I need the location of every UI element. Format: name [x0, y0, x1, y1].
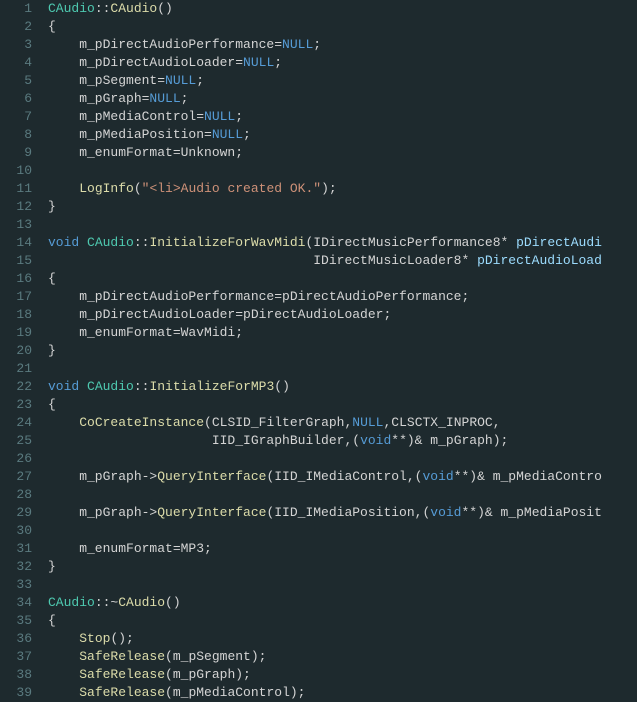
- code-line[interactable]: CAudio::~CAudio(): [48, 594, 602, 612]
- line-number: 9: [4, 144, 32, 162]
- line-number: 22: [4, 378, 32, 396]
- line-number: 21: [4, 360, 32, 378]
- code-line[interactable]: CAudio::CAudio(): [48, 0, 602, 18]
- line-number: 15: [4, 252, 32, 270]
- line-number: 38: [4, 666, 32, 684]
- code-line[interactable]: SafeRelease(m_pGraph);: [48, 666, 602, 684]
- code-line[interactable]: m_enumFormat=MP3;: [48, 540, 602, 558]
- code-line[interactable]: [48, 162, 602, 180]
- line-number: 4: [4, 54, 32, 72]
- code-line[interactable]: {: [48, 270, 602, 288]
- code-line[interactable]: m_pGraph->QueryInterface(IID_IMediaContr…: [48, 468, 602, 486]
- line-number: 5: [4, 72, 32, 90]
- code-line[interactable]: {: [48, 612, 602, 630]
- code-line[interactable]: void CAudio::InitializeForWavMidi(IDirec…: [48, 234, 602, 252]
- code-line[interactable]: [48, 360, 602, 378]
- line-number: 12: [4, 198, 32, 216]
- line-number: 39: [4, 684, 32, 702]
- line-number: 13: [4, 216, 32, 234]
- line-number: 24: [4, 414, 32, 432]
- code-line[interactable]: m_pMediaControl=NULL;: [48, 108, 602, 126]
- code-line[interactable]: m_enumFormat=WavMidi;: [48, 324, 602, 342]
- line-number: 19: [4, 324, 32, 342]
- code-editor[interactable]: 1234567891011121314151617181920212223242…: [0, 0, 637, 701]
- line-number-gutter: 1234567891011121314151617181920212223242…: [0, 0, 40, 701]
- code-line[interactable]: m_pDirectAudioLoader=pDirectAudioLoader;: [48, 306, 602, 324]
- code-line[interactable]: m_pSegment=NULL;: [48, 72, 602, 90]
- code-line[interactable]: m_pMediaPosition=NULL;: [48, 126, 602, 144]
- line-number: 33: [4, 576, 32, 594]
- line-number: 28: [4, 486, 32, 504]
- code-line[interactable]: m_pGraph=NULL;: [48, 90, 602, 108]
- line-number: 30: [4, 522, 32, 540]
- code-line[interactable]: m_pDirectAudioPerformance=NULL;: [48, 36, 602, 54]
- code-line[interactable]: }: [48, 198, 602, 216]
- code-line[interactable]: CoCreateInstance(CLSID_FilterGraph,NULL,…: [48, 414, 602, 432]
- code-line[interactable]: IID_IGraphBuilder,(void**)& m_pGraph);: [48, 432, 602, 450]
- code-line[interactable]: m_pDirectAudioPerformance=pDirectAudioPe…: [48, 288, 602, 306]
- code-line[interactable]: m_enumFormat=Unknown;: [48, 144, 602, 162]
- code-line[interactable]: }: [48, 558, 602, 576]
- line-number: 7: [4, 108, 32, 126]
- code-line[interactable]: Stop();: [48, 630, 602, 648]
- code-line[interactable]: [48, 450, 602, 468]
- line-number: 2: [4, 18, 32, 36]
- line-number: 35: [4, 612, 32, 630]
- line-number: 18: [4, 306, 32, 324]
- line-number: 11: [4, 180, 32, 198]
- code-line[interactable]: IDirectMusicLoader8* pDirectAudioLoad: [48, 252, 602, 270]
- line-number: 29: [4, 504, 32, 522]
- line-number: 32: [4, 558, 32, 576]
- line-number: 1: [4, 0, 32, 18]
- line-number: 25: [4, 432, 32, 450]
- code-line[interactable]: m_pDirectAudioLoader=NULL;: [48, 54, 602, 72]
- code-line[interactable]: [48, 522, 602, 540]
- code-line[interactable]: SafeRelease(m_pMediaControl);: [48, 684, 602, 702]
- line-number: 10: [4, 162, 32, 180]
- line-number: 26: [4, 450, 32, 468]
- code-line[interactable]: SafeRelease(m_pSegment);: [48, 648, 602, 666]
- code-line[interactable]: m_pGraph->QueryInterface(IID_IMediaPosit…: [48, 504, 602, 522]
- code-line[interactable]: [48, 216, 602, 234]
- code-line[interactable]: {: [48, 396, 602, 414]
- code-line[interactable]: LogInfo("<li>Audio created OK.");: [48, 180, 602, 198]
- line-number: 6: [4, 90, 32, 108]
- line-number: 27: [4, 468, 32, 486]
- code-line[interactable]: [48, 486, 602, 504]
- line-number: 17: [4, 288, 32, 306]
- line-number: 34: [4, 594, 32, 612]
- code-line[interactable]: }: [48, 342, 602, 360]
- line-number: 37: [4, 648, 32, 666]
- code-area[interactable]: CAudio::CAudio(){ m_pDirectAudioPerforma…: [40, 0, 602, 701]
- line-number: 14: [4, 234, 32, 252]
- line-number: 3: [4, 36, 32, 54]
- code-line[interactable]: [48, 576, 602, 594]
- line-number: 36: [4, 630, 32, 648]
- line-number: 16: [4, 270, 32, 288]
- line-number: 8: [4, 126, 32, 144]
- code-line[interactable]: void CAudio::InitializeForMP3(): [48, 378, 602, 396]
- line-number: 23: [4, 396, 32, 414]
- line-number: 31: [4, 540, 32, 558]
- code-line[interactable]: {: [48, 18, 602, 36]
- line-number: 20: [4, 342, 32, 360]
